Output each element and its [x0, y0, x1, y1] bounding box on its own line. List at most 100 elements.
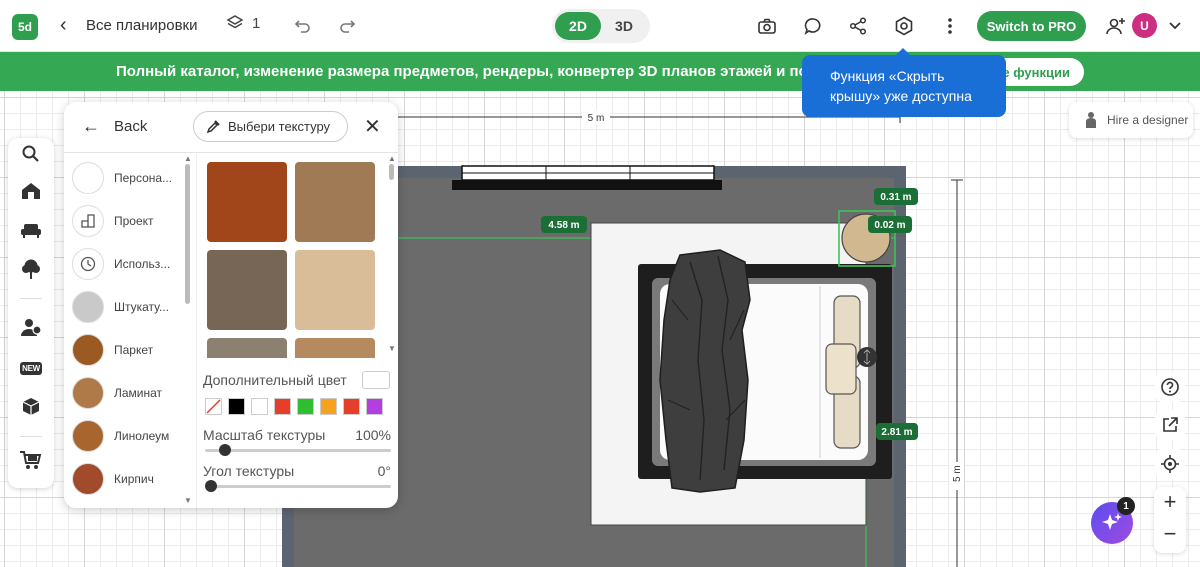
- measure-label-bottom: 2.81 m: [876, 423, 918, 440]
- ai-notification-badge: 1: [1117, 497, 1135, 515]
- camera-icon[interactable]: [755, 14, 779, 38]
- extra-color-picker[interactable]: [362, 371, 390, 389]
- texture-tile[interactable]: [207, 338, 287, 358]
- zoom-controls: + −: [1154, 487, 1186, 553]
- category-parquet[interactable]: Паркет: [72, 330, 190, 370]
- color-swatches: [205, 398, 383, 415]
- scroll-down-icon[interactable]: ▼: [388, 344, 396, 353]
- zoom-out-button[interactable]: −: [1154, 521, 1186, 551]
- user-avatar[interactable]: U: [1132, 13, 1157, 38]
- zoom-in-button[interactable]: +: [1154, 489, 1186, 519]
- panel-divider: [64, 152, 398, 153]
- category-label: Кирпич: [114, 472, 154, 486]
- texture-scale-label: Масштаб текстуры: [203, 427, 326, 443]
- texture-tile[interactable]: [295, 162, 375, 242]
- furniture-icon[interactable]: [19, 218, 43, 242]
- scroll-up-icon[interactable]: ▲: [184, 154, 192, 163]
- swatch-red-2[interactable]: [343, 398, 360, 415]
- category-project[interactable]: Проект: [72, 201, 190, 241]
- panel-back-button[interactable]: Back: [114, 118, 147, 135]
- new-icon[interactable]: NEW: [19, 356, 43, 380]
- category-label: Проект: [114, 214, 154, 228]
- texture-tile[interactable]: [295, 250, 375, 330]
- texture-tile[interactable]: [207, 162, 287, 242]
- texture-tile[interactable]: [295, 338, 375, 358]
- hire-designer-button[interactable]: Hire a designer: [1069, 102, 1193, 138]
- app-logo[interactable]: 5d: [12, 14, 38, 40]
- texture-panel: ← Back Выбери текстуру ✕ Персона... Прое…: [64, 102, 398, 508]
- close-icon[interactable]: ✕: [364, 114, 381, 139]
- share-icon[interactable]: [846, 14, 870, 38]
- toolbar-divider: [20, 436, 42, 437]
- category-used[interactable]: Использ...: [72, 244, 190, 284]
- bed[interactable]: [638, 249, 892, 493]
- more-vertical-icon[interactable]: [938, 14, 962, 38]
- slider-knob[interactable]: [205, 480, 217, 492]
- svg-text:4.58 m: 4.58 m: [548, 220, 579, 231]
- category-label: Линолеум: [114, 429, 170, 443]
- swatch-green[interactable]: [297, 398, 314, 415]
- redo-icon[interactable]: [335, 14, 359, 38]
- promo-banner: Полный каталог, изменение размера предме…: [0, 52, 1200, 91]
- category-plaster[interactable]: Штукату...: [72, 287, 190, 327]
- all-plans-link[interactable]: Все планировки: [86, 17, 198, 34]
- floors-selector[interactable]: 1: [226, 14, 260, 32]
- swatch-red[interactable]: [274, 398, 291, 415]
- category-thumb: [72, 463, 104, 495]
- swatch-purple[interactable]: [366, 398, 383, 415]
- back-arrow-icon[interactable]: ‹: [60, 14, 67, 36]
- texture-grid: [198, 154, 398, 358]
- svg-text:2.81 m: 2.81 m: [881, 427, 912, 438]
- swatch-white[interactable]: [251, 398, 268, 415]
- people-icon[interactable]: [19, 315, 43, 339]
- back-arrow-icon[interactable]: ←: [82, 116, 100, 137]
- side-dimension-label: 5 m: [952, 465, 963, 482]
- search-icon[interactable]: [19, 142, 43, 166]
- category-label: Ламинат: [114, 386, 163, 400]
- scroll-up-icon[interactable]: ▲: [388, 154, 396, 163]
- external-link-icon[interactable]: [1155, 410, 1185, 440]
- category-linoleum[interactable]: Линолеум: [72, 416, 190, 456]
- swatch-black[interactable]: [228, 398, 245, 415]
- texture-scale-slider[interactable]: [205, 444, 391, 456]
- house-icon[interactable]: [19, 179, 43, 203]
- chevron-down-icon[interactable]: [1163, 14, 1187, 38]
- scroll-down-icon[interactable]: ▼: [184, 496, 192, 505]
- cube-icon[interactable]: [19, 395, 43, 419]
- extra-color-label: Дополнительный цвет: [203, 372, 347, 388]
- undo-icon[interactable]: [291, 14, 315, 38]
- switch-to-pro-button[interactable]: Switch to PRO: [977, 11, 1086, 41]
- measure-label-width: 4.58 m: [541, 216, 587, 233]
- top-bar: 5d ‹ Все планировки 1 2D 3D Switch to PR…: [0, 0, 1200, 52]
- texture-scrollbar[interactable]: [389, 164, 394, 180]
- slider-knob[interactable]: [218, 444, 231, 456]
- category-laminate[interactable]: Ламинат: [72, 373, 190, 413]
- choose-texture-button[interactable]: Выбери текстуру: [193, 111, 348, 142]
- category-brick[interactable]: Кирпич: [72, 459, 190, 499]
- swatch-orange[interactable]: [320, 398, 337, 415]
- settings-icon[interactable]: [892, 14, 916, 38]
- view-3d-button[interactable]: 3D: [601, 12, 647, 40]
- svg-text:0.31 m: 0.31 m: [880, 192, 911, 203]
- category-personal[interactable]: Персона...: [72, 158, 190, 198]
- project-icon: [72, 205, 104, 237]
- locate-icon[interactable]: [1155, 449, 1185, 479]
- view-2d-button[interactable]: 2D: [555, 12, 601, 40]
- shopping-cart-icon[interactable]: [19, 448, 43, 472]
- tree-icon[interactable]: [19, 257, 43, 281]
- texture-tile[interactable]: [207, 250, 287, 330]
- comment-icon[interactable]: [801, 14, 825, 38]
- texture-angle-value: 0°: [377, 463, 391, 479]
- sparkle-icon: [1102, 513, 1122, 530]
- add-user-icon[interactable]: [1104, 14, 1128, 38]
- texture-angle-slider[interactable]: [205, 480, 391, 492]
- swatch-none[interactable]: [205, 398, 222, 415]
- designer-icon: [1086, 112, 1096, 128]
- help-icon[interactable]: [1155, 372, 1185, 402]
- toolbar-divider: [20, 298, 42, 299]
- eyedropper-icon: [206, 119, 220, 133]
- layers-icon: [226, 15, 244, 29]
- svg-text:0.02 m: 0.02 m: [874, 220, 905, 231]
- category-scrollbar[interactable]: [185, 164, 190, 304]
- hide-roof-tooltip: Функция «Скрыть крышу» уже доступна: [802, 48, 1006, 117]
